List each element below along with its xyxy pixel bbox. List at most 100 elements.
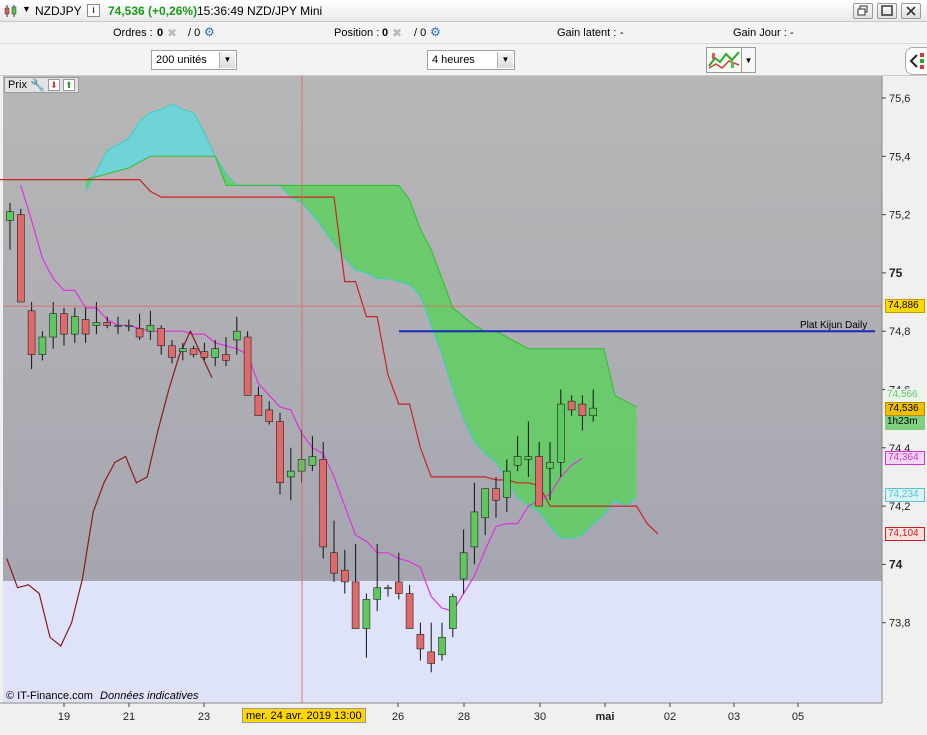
candle-body [135,327,144,338]
close-position-icon[interactable]: ✖ [392,26,402,40]
x-tick-label: 23 [198,711,210,723]
day-gain-value: - [790,27,794,39]
candle-body [362,599,371,629]
side-panel-toggle[interactable] [905,47,927,75]
candle-body [71,316,79,335]
candle-body [351,581,360,629]
period-select[interactable]: 4 heures ▼ [427,50,515,70]
candle-body [265,409,274,422]
candle-body [276,421,284,484]
candlestick-chart-svg[interactable]: 75,675,475,27574,874,674,474,27473,8 192… [0,76,927,732]
position-value: 0 [382,27,389,39]
latent-gain-value: - [620,27,624,39]
x-tick-label: 21 [123,711,135,723]
candle-body [502,470,511,498]
candle-body [233,330,241,341]
candle-body [114,325,122,327]
candle-body [492,488,500,501]
candle-body [92,322,101,326]
close-icon [906,6,916,16]
candle-body [459,552,468,580]
x-tick-label: 19 [58,711,70,723]
candle-body [211,348,219,358]
candle-body [286,470,295,478]
candle-body [16,214,25,303]
data-note: Données indicatives [100,690,199,702]
move-down-icon[interactable]: ⬇ [47,79,60,91]
candle-body [60,313,68,335]
y-tick-label: 75,4 [889,151,910,163]
tenkan-price-tag: 74,364 [885,451,925,465]
indicator-templates-button[interactable] [706,47,742,73]
candle-body [481,488,490,519]
maximize-window-button[interactable] [877,3,897,19]
x-tick-label: 02 [664,711,676,723]
candle-body [567,400,576,411]
orders-pending: / 0 [188,27,201,39]
position-settings-icon[interactable]: ⚙ [430,25,441,39]
candle-body [546,462,554,469]
candle-body [470,511,479,548]
candle-body [81,319,90,335]
cursor-time-label: mer. 24 avr. 2019 13:00 [242,708,366,723]
period-value: 4 heures [432,54,475,66]
candle-body [168,345,176,358]
symbol-name[interactable]: NZDJPY [35,4,82,18]
x-tick-label: 28 [458,711,470,723]
chart-toolbar: 200 unités ▼ 4 heures ▼ ▼ [0,44,927,76]
candle-body [330,552,338,574]
candlestick-app-icon [4,5,17,17]
indicator-templates-dropdown[interactable]: ▼ [742,47,756,73]
y-tick-label: 73,8 [889,618,910,630]
position-label: Position : [334,27,380,39]
candle-body [222,354,230,361]
close-window-button[interactable] [901,3,921,19]
quantity-select[interactable]: 200 unités ▼ [151,50,237,70]
price-chart[interactable]: 75,675,475,27574,874,674,474,27473,8 192… [0,76,927,732]
cancel-orders-icon[interactable]: ✖ [167,26,177,40]
y-tick-label: 75,2 [889,210,910,222]
candle-body [157,327,165,347]
x-tick-label: 03 [728,711,740,723]
candle-body [578,403,587,417]
candle-body [319,459,328,548]
copyright-text: © IT-Finance.com [6,690,93,702]
move-up-icon[interactable]: ⬆ [62,79,75,91]
wrench-icon[interactable]: 🔧 [30,79,45,91]
candle-body [373,587,382,600]
candle-timer-tag: 1h23m [885,416,925,430]
chart-title-label: Prix [8,79,27,91]
orders-value: 0 [157,27,164,39]
restore-icon [857,5,868,16]
position-pending: / 0 [414,27,427,39]
price-change: 74,536 (+0,26%) [108,4,198,18]
window-title-bar: ▼ NZDJPY i 74,536 (+0,26%) 15:36:49 NZD/… [0,0,927,22]
orders-settings-icon[interactable]: ⚙ [204,25,215,39]
candle-body [513,456,522,466]
candle-body [200,351,209,358]
candle-body [427,651,436,664]
candle-body [405,593,414,629]
candle-body [38,336,47,355]
candle-body [125,325,133,327]
candle-body [308,456,317,466]
candle-body [524,456,533,460]
dropdown-arrow-icon[interactable]: ▼ [22,4,31,14]
y-tick-label: 75 [889,266,903,280]
hline-label: Plat Kijun Daily [800,320,868,331]
cloud-a-price-tag: 74,566 [885,389,925,403]
candle-body [49,313,58,338]
maximize-icon [881,5,893,16]
info-icon[interactable]: i [87,4,100,17]
y-tick-label: 74 [889,557,903,571]
day-gain-label: Gain Jour : [733,27,787,39]
y-tick-label: 75,6 [889,93,910,105]
latent-gain-label: Gain latent : [557,27,617,39]
cursor-price-tag: 74,886 [885,299,925,313]
candle-body [340,569,349,583]
candle-body [103,322,111,326]
chevron-down-icon: ▼ [219,52,235,68]
candle-body [556,403,565,463]
time-and-title: 15:36:49 NZD/JPY Mini [197,4,323,18]
restore-window-button[interactable] [853,3,873,19]
